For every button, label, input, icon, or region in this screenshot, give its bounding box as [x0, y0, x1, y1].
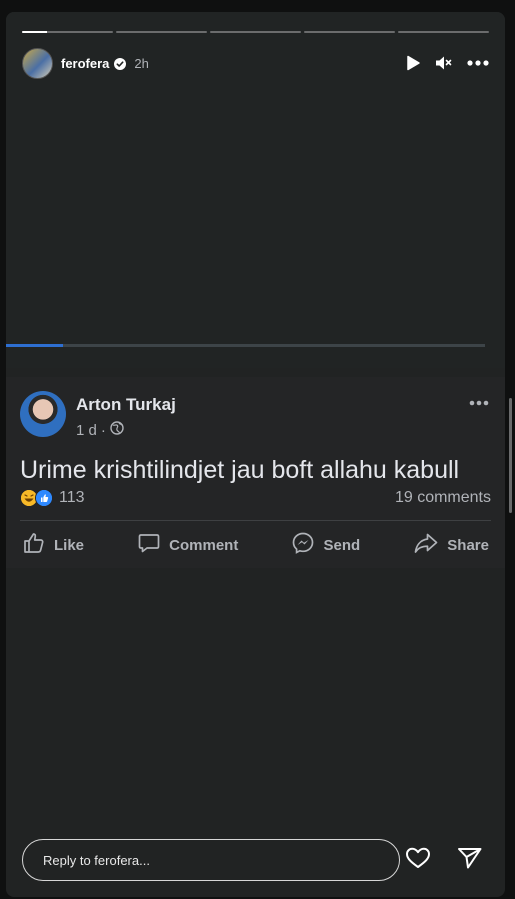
story-viewer: ferofera 2h Arton Turkaj 1 d · Urime kri… — [6, 12, 505, 897]
reply-bar — [22, 838, 489, 882]
more-icon[interactable] — [467, 60, 489, 66]
post-age[interactable]: 1 d — [76, 422, 97, 439]
more-icon[interactable] — [469, 393, 489, 411]
story-header: ferofera 2h — [22, 47, 489, 79]
send-icon[interactable] — [457, 846, 483, 875]
video-progress-bar[interactable] — [6, 344, 485, 347]
story-segment — [22, 31, 113, 33]
story-progress — [22, 31, 489, 33]
share-button[interactable]: Share — [407, 531, 495, 559]
story-username[interactable]: ferofera — [61, 56, 109, 71]
reaction-count: 113 — [59, 489, 85, 506]
story-time: 2h — [134, 55, 149, 71]
share-icon — [413, 531, 439, 559]
comments-count[interactable]: 19 comments — [395, 489, 491, 507]
avatar[interactable] — [20, 391, 66, 437]
post-author[interactable]: Arton Turkaj — [76, 395, 176, 415]
verified-icon — [114, 57, 127, 70]
globe-icon — [110, 421, 124, 439]
send-label: Send — [323, 536, 361, 554]
play-icon[interactable] — [405, 55, 421, 71]
reactions-summary[interactable]: 113 — [20, 489, 85, 507]
like-button[interactable]: Like — [16, 531, 90, 559]
like-label: Like — [54, 536, 85, 554]
send-button[interactable]: Send — [285, 531, 366, 559]
reply-input[interactable] — [22, 839, 400, 881]
story-segment — [210, 31, 301, 33]
heart-icon[interactable] — [405, 846, 431, 875]
shared-post: Arton Turkaj 1 d · Urime krishtilindjet … — [6, 377, 505, 568]
story-segment — [304, 31, 395, 33]
avatar[interactable] — [22, 47, 53, 79]
story-segment — [398, 31, 489, 33]
story-controls — [405, 55, 489, 71]
thumbs-up-icon — [22, 531, 46, 559]
comment-icon — [137, 531, 161, 559]
share-label: Share — [447, 536, 489, 554]
post-text: Urime krishtilindjet jau boft allahu kab… — [20, 456, 460, 484]
like-reaction-icon — [35, 489, 53, 507]
post-meta: 1 d · — [76, 421, 176, 439]
comment-label: Comment — [169, 536, 239, 554]
story-segment — [116, 31, 207, 33]
post-header: Arton Turkaj 1 d · — [20, 391, 176, 439]
messenger-icon — [291, 531, 315, 559]
mute-icon[interactable] — [435, 55, 453, 71]
divider — [20, 520, 491, 521]
post-actions: Like Comment Send Share — [16, 527, 495, 563]
comment-button[interactable]: Comment — [131, 531, 244, 559]
scrollbar[interactable] — [509, 398, 512, 513]
meta-separator: · — [100, 421, 106, 439]
